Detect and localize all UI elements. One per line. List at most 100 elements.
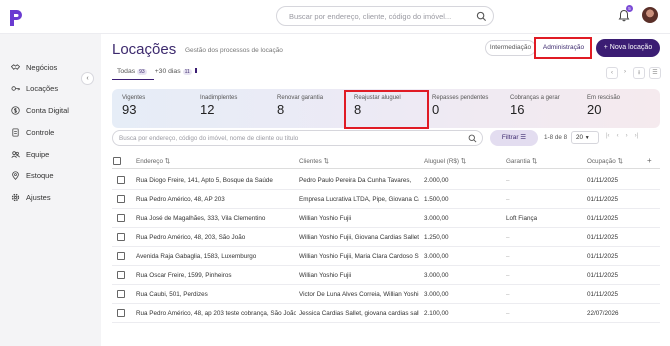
column-header-ocupacao[interactable]: Ocupação ⇅: [587, 158, 623, 165]
stat-repasses-pendentes[interactable]: Repasses pendentes 0: [432, 95, 488, 117]
next-page-icon[interactable]: ›: [626, 133, 628, 139]
table-row[interactable]: Rua Pedro Américo, 48, 203, São João Wil…: [112, 228, 660, 247]
scroll-right-button[interactable]: ›: [619, 67, 631, 79]
row-checkbox[interactable]: [117, 252, 125, 260]
sidebar-item-label: Locações: [26, 83, 59, 93]
sidebar-item-controle[interactable]: Controle: [11, 126, 54, 138]
sidebar-item-label: Negócios: [26, 62, 58, 72]
sidebar-item-locacoes[interactable]: Locações: [11, 82, 58, 94]
cell-clientes: Jessica Cardias Sallet, giovana cardias …: [299, 310, 419, 317]
global-search-placeholder: Buscar por endereço, cliente, código do …: [289, 12, 452, 21]
column-header-endereco[interactable]: Endereço ⇅: [136, 158, 170, 165]
key-icon: [11, 85, 20, 91]
locacoes-search-input[interactable]: Busca por endereço, código do imóvel, no…: [112, 130, 483, 146]
row-checkbox[interactable]: [117, 214, 125, 222]
collapse-sidebar-button[interactable]: ‹: [81, 72, 94, 85]
sidebar-item-ajustes[interactable]: Ajustes: [11, 191, 51, 203]
tab-count: 93: [137, 69, 147, 75]
stat-value: 20: [587, 102, 602, 117]
cell-garantia: Loft Fiança: [506, 215, 538, 222]
tab-todas[interactable]: Todas 93: [117, 68, 147, 75]
sidebar-item-label: Conta Digital: [26, 105, 69, 115]
sidebar-item-label: Equipe: [26, 149, 50, 159]
columns-settings-icon[interactable]: ☰: [649, 67, 661, 79]
page-size-select[interactable]: 20 ▼: [571, 131, 599, 144]
sidebar-item-estoque[interactable]: Estoque: [11, 169, 54, 181]
cell-aluguel: 1.250,00: [424, 234, 449, 241]
column-header-aluguel[interactable]: Aluguel (R$) ⇅: [424, 158, 466, 165]
notification-badge: 5: [626, 5, 633, 12]
stat-label: Repasses pendentes: [432, 95, 489, 101]
sidebar-item-label: Estoque: [26, 170, 54, 180]
column-header-clientes[interactable]: Clientes ⇅: [299, 158, 329, 165]
sidebar-item-label: Controle: [26, 127, 55, 137]
top-bar: Buscar por endereço, cliente, código do …: [0, 0, 670, 34]
table-row[interactable]: Rua Pedro Américo, 48, ap 203 teste cobr…: [112, 304, 660, 323]
row-checkbox[interactable]: [117, 233, 125, 241]
table-row[interactable]: Avenida Raja Gabaglia, 1583, Luxemburgo …: [112, 247, 660, 266]
document-icon: [12, 127, 19, 137]
table-row[interactable]: Rua Diogo Freire, 141, Apto 5, Bosque da…: [112, 171, 660, 190]
page-subtitle: Gestão dos processos de locação: [185, 47, 283, 54]
column-label: Clientes: [299, 158, 322, 165]
sidebar-item-negocios[interactable]: Negócios: [11, 61, 57, 73]
download-icon[interactable]: ⭳: [633, 67, 645, 79]
cell-ocupacao: 01/11/2025: [587, 291, 619, 298]
sort-icon: ⇅: [323, 158, 329, 165]
row-checkbox[interactable]: [117, 195, 125, 203]
cell-aluguel: 3.000,00: [424, 253, 449, 260]
add-column-icon[interactable]: +: [647, 156, 652, 165]
first-page-icon[interactable]: |‹: [606, 133, 610, 139]
tab-30-dias[interactable]: +30 dias 11: [155, 68, 197, 75]
search-icon: [476, 11, 487, 22]
last-page-icon[interactable]: ›|: [635, 133, 639, 139]
avatar[interactable]: [642, 7, 658, 23]
team-icon: [11, 150, 20, 158]
stat-label: Inadimplentes: [200, 95, 238, 101]
cell-aluguel: 2.000,00: [424, 177, 449, 184]
stat-vigentes[interactable]: Vigentes 93: [122, 95, 145, 117]
cell-ocupacao: 01/11/2025: [587, 272, 619, 279]
intermediacao-button[interactable]: Intermediação: [485, 40, 536, 56]
table-row[interactable]: Rua Caubi, 501, Perdizes Victor De Luna …: [112, 285, 660, 304]
cell-endereco: Rua Caubi, 501, Perdizes: [136, 291, 208, 298]
global-search-input[interactable]: Buscar por endereço, cliente, código do …: [276, 6, 494, 26]
sidebar-item-equipe[interactable]: Equipe: [11, 148, 49, 160]
cell-garantia: –: [506, 177, 510, 184]
cell-garantia: –: [506, 253, 510, 260]
dollar-circle-icon: [11, 105, 20, 115]
table-row[interactable]: Rua Pedro Américo, 48, AP 203 Empresa Lu…: [112, 190, 660, 209]
tab-label: Todas: [117, 68, 136, 75]
pagination-range: 1-8 de 8: [544, 134, 568, 141]
app-logo[interactable]: [8, 8, 24, 28]
stat-em-rescisao[interactable]: Em rescisão 20: [587, 95, 620, 117]
stat-cobrancas-a-gerar[interactable]: Cobranças a gerar 16: [510, 95, 560, 117]
row-checkbox[interactable]: [117, 176, 125, 184]
cell-clientes: Willian Yoshio Fujii, Giovana Cardias Sa…: [299, 234, 419, 241]
highlight-box-administracao: [534, 37, 592, 59]
row-checkbox[interactable]: [117, 290, 125, 298]
filter-button[interactable]: Filtrar ☰: [490, 130, 538, 146]
select-all-checkbox[interactable]: [113, 157, 121, 165]
cell-endereco: Avenida Raja Gabaglia, 1583, Luxemburgo: [136, 253, 257, 260]
cell-clientes: Willian Yoshio Fujii: [299, 215, 352, 222]
stat-renovar-garantia[interactable]: Renovar garantia 8: [277, 95, 323, 117]
search-icon: [468, 134, 477, 143]
cell-ocupacao: 22/07/2026: [587, 310, 619, 317]
table-row[interactable]: Rua José de Magalhães, 333, Vila Clement…: [112, 209, 660, 228]
row-checkbox[interactable]: [117, 309, 125, 317]
column-header-garantia[interactable]: Garantia ⇅: [506, 158, 537, 165]
gear-icon: [11, 193, 20, 201]
sidebar-item-conta-digital[interactable]: Conta Digital: [11, 104, 69, 116]
nova-locacao-button[interactable]: + Nova locação: [596, 39, 660, 57]
cell-ocupacao: 01/11/2025: [587, 253, 619, 260]
scroll-left-button[interactable]: ‹: [606, 67, 618, 79]
cell-endereco: Rua Diogo Freire, 141, Apto 5, Bosque da…: [136, 177, 273, 184]
table-row[interactable]: Rua Oscar Freire, 1599, Pinheiros Willia…: [112, 266, 660, 285]
row-checkbox[interactable]: [117, 271, 125, 279]
page-title: Locações: [112, 41, 177, 58]
prev-page-icon[interactable]: ‹: [617, 133, 619, 139]
column-label: Ocupação: [587, 158, 616, 165]
stat-inadimplentes[interactable]: Inadimplentes 12: [200, 95, 237, 117]
cell-aluguel: 2.100,00: [424, 310, 449, 317]
